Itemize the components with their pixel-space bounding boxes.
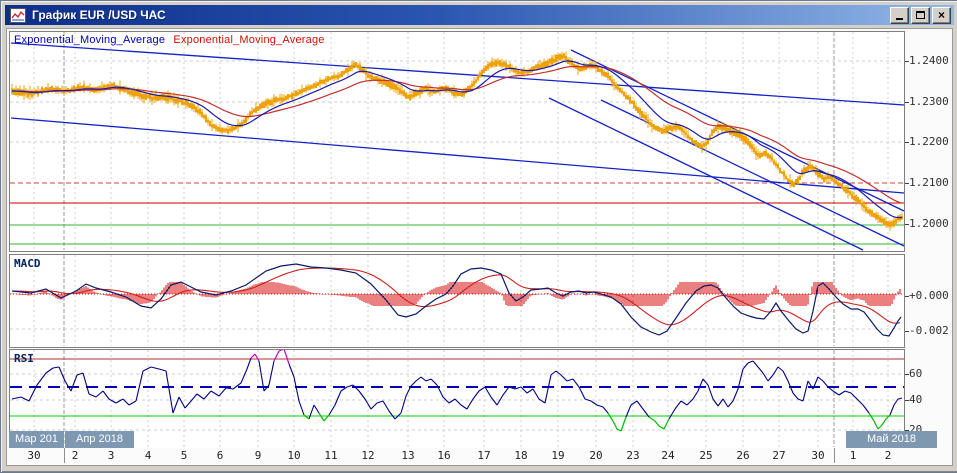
rsi-panel[interactable]	[9, 349, 905, 449]
x-axis-label: 20	[583, 449, 609, 462]
x-axis-label: 2	[62, 449, 88, 462]
x-axis-label: 4	[135, 449, 161, 462]
x-axis-label: 16	[431, 449, 457, 462]
y-axis-label: 1.2000	[909, 217, 953, 230]
maximize-button[interactable]	[911, 7, 930, 24]
x-axis-label: 2	[875, 449, 901, 462]
x-axis-label: 25	[693, 449, 719, 462]
x-axis-label: 5	[171, 449, 197, 462]
month-badge: Апр 2018	[65, 431, 134, 448]
macd-chart	[10, 255, 904, 347]
maximize-icon	[916, 11, 925, 19]
y-axis-label: 1.2400	[909, 54, 953, 67]
minimize-button[interactable]	[890, 7, 909, 24]
y-axis-label: 1.2200	[909, 135, 953, 148]
x-axis-label: 26	[730, 449, 756, 462]
x-axis-label: 11	[318, 449, 344, 462]
y-axis-label: 60	[909, 367, 953, 380]
x-axis-label: 23	[620, 449, 646, 462]
month-badge: Май 2018	[846, 431, 937, 448]
x-axis-label: 18	[508, 449, 534, 462]
y-axis-label: 1.2300	[909, 95, 953, 108]
macd-panel[interactable]	[9, 254, 905, 348]
y-axis-label: 40	[909, 393, 953, 406]
x-axis-label: 30	[21, 449, 47, 462]
rsi-chart	[10, 350, 904, 448]
y-axis-label: -0.002	[909, 324, 953, 337]
x-axis-label: 9	[245, 449, 271, 462]
legend-ema-blue-label: Exponential_Moving_Average	[14, 34, 165, 46]
x-axis-label: 17	[471, 449, 497, 462]
x-axis-label: 12	[355, 449, 381, 462]
legend-ema-red-label: Exponential_Moving_Average	[173, 34, 324, 46]
y-axis-label: +0.000	[909, 289, 953, 302]
x-axis-label: 10	[281, 449, 307, 462]
rsi-label: RSI	[14, 352, 34, 365]
month-separator	[834, 448, 835, 463]
x-axis-label: 3	[98, 449, 124, 462]
close-icon: ×	[938, 10, 945, 20]
x-axis-label: 24	[655, 449, 681, 462]
minimize-icon	[896, 18, 903, 20]
month-separator	[64, 448, 65, 463]
month-badge: Мар 201	[9, 431, 64, 448]
time-axis: 3023456910111213161718192023242526273012	[9, 448, 949, 464]
window-controls: ×	[888, 7, 951, 24]
x-axis-label: 27	[766, 449, 792, 462]
x-axis-label: 19	[545, 449, 571, 462]
price-chart	[10, 32, 904, 251]
x-axis-label: 1	[840, 449, 866, 462]
app-icon	[10, 8, 26, 23]
macd-label: MACD	[14, 257, 41, 270]
y-axis-label: 1.2100	[909, 176, 953, 189]
x-axis-label: 30	[805, 449, 831, 462]
close-button[interactable]: ×	[932, 7, 951, 24]
window-title: График EUR /USD ЧАС	[32, 8, 888, 22]
chart-window: График EUR /USD ЧАС × Exponential_Moving…	[0, 0, 957, 473]
title-bar[interactable]: График EUR /USD ЧАС ×	[5, 5, 954, 25]
indicator-legend: Exponential_Moving_Average Exponential_M…	[14, 34, 325, 46]
x-axis-label: 6	[207, 449, 233, 462]
price-panel[interactable]	[9, 31, 905, 252]
x-axis-label: 13	[395, 449, 421, 462]
